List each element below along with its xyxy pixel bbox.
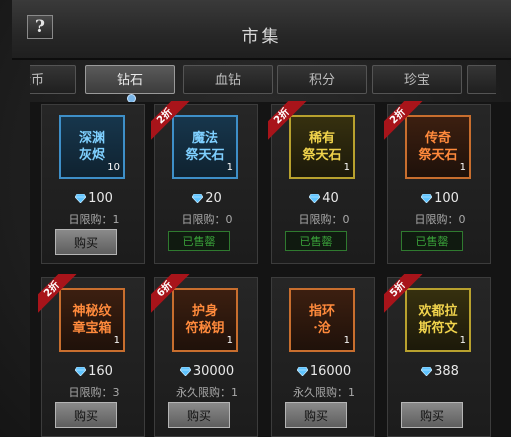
market-window: 市集 ? 金币 钻石 血钻 积分 珍宝 戏 深渊 灰烬10 100 日限购：1 购买 魔… xyxy=(0,0,511,437)
purchase-limit: 日限购：0 xyxy=(181,213,233,226)
discount-badge: 2折 xyxy=(151,101,191,141)
item-name: 传奇 祭天石 xyxy=(418,131,458,163)
item-card[interactable]: 指环 ·沧 1 16000 永久限购：1 购买 xyxy=(271,277,375,437)
item-name: 深渊 灰烬 xyxy=(78,131,105,163)
discount-badge: 6折 xyxy=(151,274,191,314)
purchase-limit: 日限购：1 xyxy=(68,213,120,226)
item-price: 30000 xyxy=(155,364,259,379)
item-price-value: 40 xyxy=(322,191,339,206)
item-icon[interactable]: 指环 ·沧 1 xyxy=(289,288,355,352)
tab-gold[interactable]: 金币 xyxy=(30,65,76,94)
tab-blood-diamond[interactable]: 血钻 xyxy=(183,65,273,94)
item-quantity: 1 xyxy=(343,162,350,173)
item-card[interactable]: 神秘纹 章宝箱 1 2折 160 日限购：3 购买 xyxy=(38,274,146,437)
item-icon[interactable]: 深渊 灰烬 10 xyxy=(59,115,125,179)
discount-badge: 2折 xyxy=(384,101,424,141)
sold-out-label: 已售罄 xyxy=(285,231,347,251)
purchase-limit: 日限购：0 xyxy=(298,213,350,226)
item-quantity: 1 xyxy=(226,335,233,346)
item-name: 欢都拉 斯符文 xyxy=(418,304,458,336)
purchase-limit: 日限购：0 xyxy=(414,213,466,226)
diamond-icon xyxy=(309,194,321,203)
diamond-icon xyxy=(192,194,204,203)
purchase-limit: 永久限购：1 xyxy=(293,386,355,399)
item-price: 100 xyxy=(42,191,146,206)
item-quantity: 1 xyxy=(459,162,466,173)
item-card[interactable]: 护身 符秘钥 1 6折 30000 永久限购：1 购买 xyxy=(151,274,259,437)
purchase-limit: 永久限购：1 xyxy=(176,386,238,399)
buy-button[interactable]: 购买 xyxy=(168,402,230,428)
diamond-icon xyxy=(421,367,433,376)
buy-button[interactable]: 购买 xyxy=(401,402,463,428)
item-card[interactable]: 深渊 灰烬 10 100 日限购：1 购买 xyxy=(41,104,145,264)
buy-button[interactable]: 购买 xyxy=(55,402,117,428)
item-price: 100 xyxy=(388,191,492,206)
diamond-icon xyxy=(421,194,433,203)
item-quantity: 1 xyxy=(113,335,120,346)
item-quantity: 1 xyxy=(343,335,350,346)
item-card[interactable]: 传奇 祭天石 1 2折 100 日限购：0 已售罄 xyxy=(384,101,492,264)
item-name: 护身 符秘钥 xyxy=(185,304,225,336)
item-card[interactable]: 欢都拉 斯符文 1 5折 388 购买 xyxy=(384,274,492,437)
item-name: 神秘纹 章宝箱 xyxy=(72,304,112,336)
diamond-icon xyxy=(179,367,191,376)
sold-out-label: 已售罄 xyxy=(401,231,463,251)
tab-more[interactable]: 戏 xyxy=(467,65,496,94)
buy-button[interactable]: 购买 xyxy=(285,402,347,428)
item-price-value: 100 xyxy=(434,191,459,206)
buy-button[interactable]: 购买 xyxy=(55,229,117,255)
discount-badge: 2折 xyxy=(268,101,308,141)
item-price: 40 xyxy=(272,191,376,206)
item-price-value: 160 xyxy=(88,364,113,379)
diamond-icon xyxy=(75,194,87,203)
tab-bar: 金币 钻石 血钻 积分 珍宝 戏 xyxy=(30,64,496,96)
item-quantity: 1 xyxy=(459,335,466,346)
diamond-icon xyxy=(75,367,87,376)
help-button[interactable]: ? xyxy=(27,15,53,39)
discount-badge: 5折 xyxy=(384,274,424,314)
item-price: 388 xyxy=(388,364,492,379)
item-price-value: 20 xyxy=(205,191,222,206)
item-price-value: 30000 xyxy=(192,364,235,379)
item-quantity: 1 xyxy=(226,162,233,173)
tab-points[interactable]: 积分 xyxy=(277,65,367,94)
title-bar: 市集 xyxy=(12,0,511,60)
item-price-value: 16000 xyxy=(309,364,352,379)
item-price-value: 100 xyxy=(88,191,113,206)
tab-treasure[interactable]: 珍宝 xyxy=(372,65,462,94)
purchase-limit: 日限购：3 xyxy=(68,386,120,399)
item-price-value: 388 xyxy=(434,364,459,379)
tab-diamond[interactable]: 钻石 xyxy=(85,65,175,94)
item-name: 魔法 祭天石 xyxy=(185,131,225,163)
item-card[interactable]: 稀有 祭天石 1 2折 40 日限购：0 已售罄 xyxy=(268,101,376,264)
item-price: 16000 xyxy=(272,364,376,379)
window-title: 市集 xyxy=(241,27,282,47)
item-grid: 深渊 灰烬 10 100 日限购：1 购买 魔法 祭天石 1 2折 20 日限购：0 已售罄 稀有 祭… xyxy=(30,101,511,437)
item-price: 20 xyxy=(155,191,259,206)
item-card[interactable]: 魔法 祭天石 1 2折 20 日限购：0 已售罄 xyxy=(151,101,259,264)
discount-badge: 2折 xyxy=(38,274,78,314)
sold-out-label: 已售罄 xyxy=(168,231,230,251)
diamond-icon xyxy=(296,367,308,376)
item-name: 指环 ·沧 xyxy=(308,304,335,336)
item-name: 稀有 祭天石 xyxy=(302,131,342,163)
item-price: 160 xyxy=(42,364,146,379)
item-quantity: 10 xyxy=(107,162,120,173)
